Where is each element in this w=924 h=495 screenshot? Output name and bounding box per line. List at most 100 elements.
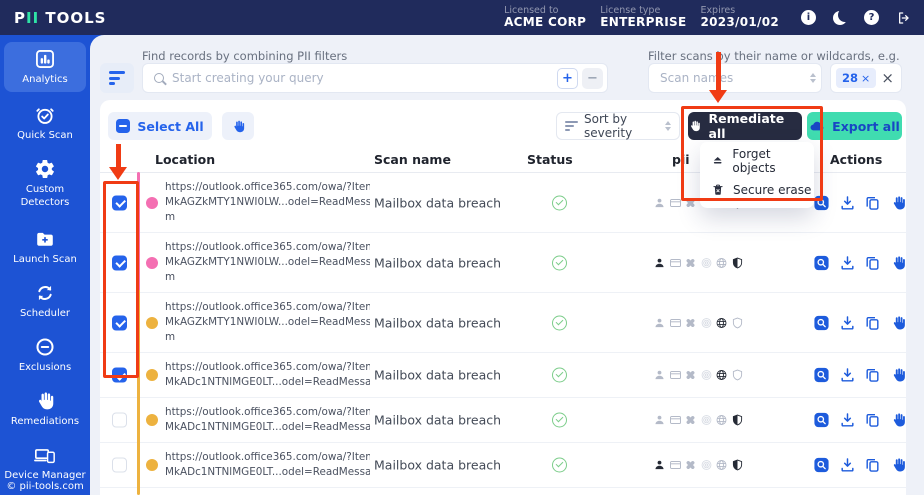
remediate-hand-icon[interactable] bbox=[890, 412, 906, 429]
download-icon[interactable] bbox=[839, 457, 856, 474]
remediate-hand-icon[interactable] bbox=[890, 254, 906, 271]
remove-filter-button[interactable]: − bbox=[582, 67, 603, 89]
globe-icon bbox=[715, 369, 728, 382]
annotation-arrowhead-remediate bbox=[709, 90, 727, 103]
scan-names-input[interactable] bbox=[660, 71, 810, 85]
person-icon bbox=[653, 256, 666, 269]
sidebar-item-scheduler[interactable]: Scheduler bbox=[4, 276, 86, 326]
remediate-hand-icon[interactable] bbox=[890, 194, 906, 211]
filter-options-button[interactable] bbox=[100, 63, 134, 93]
query-filter-label: Find records by combining PII filters bbox=[142, 49, 348, 63]
search-icon bbox=[154, 73, 164, 83]
remediate-hand-icon[interactable] bbox=[890, 314, 906, 331]
select-all-button[interactable]: Select All bbox=[108, 112, 212, 140]
bandage-icon bbox=[684, 256, 697, 269]
bar-chart-icon bbox=[34, 48, 56, 70]
sidebar-item-remediations[interactable]: Remediations bbox=[4, 384, 86, 434]
card-icon bbox=[669, 414, 682, 427]
download-icon[interactable] bbox=[839, 194, 856, 211]
minus-circle-icon bbox=[34, 336, 56, 358]
copy-icon[interactable] bbox=[864, 412, 881, 429]
shield-icon bbox=[731, 369, 744, 382]
row-pii-icons bbox=[653, 369, 744, 382]
copy-icon[interactable] bbox=[864, 194, 881, 211]
fingerprint-icon bbox=[700, 316, 713, 329]
logout-icon[interactable] bbox=[896, 10, 912, 26]
status-ok-icon bbox=[552, 412, 567, 428]
preview-icon[interactable] bbox=[813, 367, 830, 384]
row-actions bbox=[813, 457, 906, 474]
row-scan-name: Mailbox data breach bbox=[374, 315, 502, 330]
copy-icon[interactable] bbox=[864, 254, 881, 271]
table-row: https://outlook.office365.com/owa/?ItemI… bbox=[100, 293, 906, 353]
globe-icon bbox=[715, 414, 728, 427]
severity-dot bbox=[146, 459, 158, 471]
person-icon bbox=[653, 369, 666, 382]
sidebar-item-quick-scan[interactable]: Quick Scan bbox=[4, 98, 86, 148]
remediate-selected-button[interactable] bbox=[222, 112, 254, 140]
sidebar-item-device-manager[interactable]: Device Manager bbox=[4, 438, 86, 484]
info-icon[interactable]: i bbox=[801, 10, 816, 25]
preview-icon[interactable] bbox=[813, 412, 830, 429]
row-actions bbox=[813, 314, 906, 331]
annotation-arrowhead-checkboxes bbox=[109, 167, 127, 180]
dark-mode-icon[interactable] bbox=[833, 11, 847, 25]
fingerprint-icon bbox=[700, 459, 713, 472]
card-icon bbox=[669, 256, 682, 269]
row-actions bbox=[813, 367, 906, 384]
scan-names-select[interactable] bbox=[648, 63, 822, 93]
table-row: https://outlook.office365.com/owa/?ItemI… bbox=[100, 443, 906, 488]
download-icon[interactable] bbox=[839, 254, 856, 271]
sidebar-item-exclusions[interactable]: Exclusions bbox=[4, 330, 86, 380]
preview-icon[interactable] bbox=[813, 457, 830, 474]
shield-icon bbox=[731, 256, 744, 269]
remediate-hand-icon[interactable] bbox=[890, 457, 906, 474]
row-location: https://outlook.office365.com/owa/?ItemI… bbox=[165, 406, 370, 433]
bandage-icon bbox=[684, 316, 697, 329]
sort-by-select[interactable]: Sort by severity bbox=[556, 112, 680, 140]
person-icon bbox=[653, 459, 666, 472]
header-actions: Actions bbox=[830, 152, 883, 167]
row-actions bbox=[813, 412, 906, 429]
hand-icon bbox=[231, 119, 246, 134]
copy-icon[interactable] bbox=[864, 314, 881, 331]
preview-icon[interactable] bbox=[813, 314, 830, 331]
sidebar-footer-link[interactable]: © pii-tools.com bbox=[0, 481, 90, 492]
row-checkbox[interactable] bbox=[112, 412, 127, 428]
row-scan-name: Mailbox data breach bbox=[374, 367, 502, 383]
sidebar-item-analytics[interactable]: Analytics bbox=[4, 42, 86, 92]
hand-icon bbox=[34, 390, 56, 412]
scan-count-chip[interactable]: 28 × bbox=[836, 68, 877, 88]
app-logo: PII TOOLS bbox=[14, 8, 107, 27]
folder-plus-icon bbox=[34, 228, 56, 250]
remediate-hand-icon[interactable] bbox=[890, 367, 906, 384]
row-pii-icons bbox=[653, 414, 744, 427]
sidebar-item-launch-scan[interactable]: Launch Scan bbox=[4, 222, 86, 272]
sidebar-item-custom-detectors[interactable]: Custom Detectors bbox=[4, 152, 86, 216]
header-location: Location bbox=[155, 152, 216, 167]
query-search-box: + − bbox=[142, 63, 608, 93]
sidebar: Analytics Quick Scan Custom Detectors La… bbox=[0, 35, 90, 495]
row-location: https://outlook.office365.com/owa/?ItemI… bbox=[165, 451, 370, 478]
preview-icon[interactable] bbox=[813, 254, 830, 271]
copy-icon[interactable] bbox=[864, 457, 881, 474]
devices-icon bbox=[34, 444, 56, 466]
copy-icon[interactable] bbox=[864, 367, 881, 384]
severity-dot bbox=[146, 256, 158, 269]
fingerprint-icon bbox=[700, 414, 713, 427]
add-filter-button[interactable]: + bbox=[557, 67, 578, 89]
row-checkbox[interactable] bbox=[112, 457, 127, 473]
help-icon[interactable]: ? bbox=[864, 10, 879, 25]
query-input[interactable] bbox=[172, 71, 557, 85]
annotation-arrow-checkboxes bbox=[116, 144, 121, 168]
download-icon[interactable] bbox=[839, 367, 856, 384]
row-scan-name: Mailbox data breach bbox=[374, 195, 502, 210]
clear-filter-icon[interactable]: × bbox=[881, 70, 894, 86]
row-pii-icons bbox=[653, 256, 744, 269]
table-row: https://outlook.office365.com/owa/?ItemI… bbox=[100, 398, 906, 443]
fingerprint-icon bbox=[700, 369, 713, 382]
download-icon[interactable] bbox=[839, 412, 856, 429]
table-row: https://outlook.office365.com/owa/?ItemI… bbox=[100, 488, 906, 495]
chip-close-icon: × bbox=[861, 72, 871, 85]
download-icon[interactable] bbox=[839, 314, 856, 331]
